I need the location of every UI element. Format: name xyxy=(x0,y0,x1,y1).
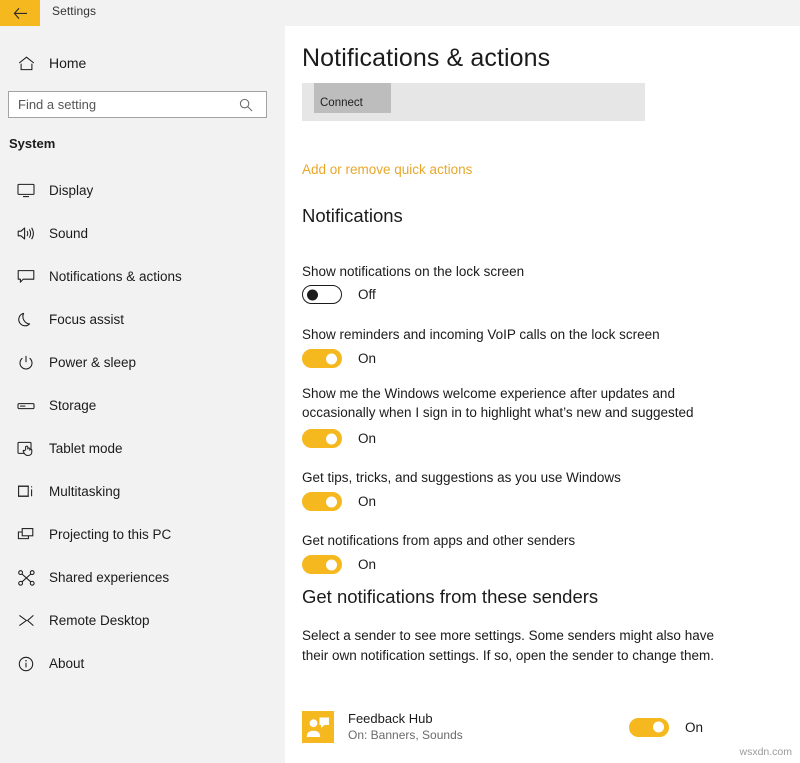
watermark: wsxdn.com xyxy=(739,746,792,758)
window-title: Settings xyxy=(52,4,96,18)
sidebar-group-title: System xyxy=(9,136,55,151)
sidebar-item-focus-assist[interactable]: Focus assist xyxy=(0,298,285,341)
toggle-row-apps-senders[interactable]: On xyxy=(302,555,376,574)
setting-label-welcome-experience: Show me the Windows welcome experience a… xyxy=(302,384,722,422)
tablet-mode-icon xyxy=(8,441,44,457)
shared-experiences-icon xyxy=(8,570,44,586)
toggle-state-lock-screen-notifications: Off xyxy=(358,287,376,302)
quick-action-tile-connect[interactable]: Connect xyxy=(314,83,391,113)
sidebar: Home System Display xyxy=(0,26,285,763)
home-icon xyxy=(8,56,44,71)
title-bar: Settings xyxy=(0,0,800,26)
display-monitor-icon xyxy=(8,183,44,198)
setting-label-lock-screen-notifications: Show notifications on the lock screen xyxy=(302,262,722,281)
toggle-knob xyxy=(326,353,337,364)
sidebar-item-display-label: Display xyxy=(49,183,93,198)
toggle-row-feedback-hub[interactable]: On xyxy=(629,718,703,737)
search-icon[interactable] xyxy=(231,92,261,117)
toggle-state-feedback-hub: On xyxy=(685,720,703,735)
power-sleep-icon xyxy=(8,355,44,371)
sidebar-item-tablet-mode-label: Tablet mode xyxy=(49,441,123,456)
toggle-row-tips-tricks[interactable]: On xyxy=(302,492,376,511)
notifications-section-heading: Notifications xyxy=(302,205,403,227)
sidebar-item-storage[interactable]: Storage xyxy=(0,384,285,427)
toggle-knob xyxy=(307,289,318,300)
sidebar-item-power-sleep[interactable]: Power & sleep xyxy=(0,341,285,384)
sender-texts: Feedback Hub On: Banners, Sounds xyxy=(348,711,463,743)
toggle-welcome-experience[interactable] xyxy=(302,429,342,448)
back-arrow-icon xyxy=(13,7,28,20)
add-remove-quick-actions-link[interactable]: Add or remove quick actions xyxy=(302,162,472,177)
toggle-feedback-hub[interactable] xyxy=(629,718,669,737)
quick-actions-panel: Connect xyxy=(302,83,645,121)
toggle-state-welcome-experience: On xyxy=(358,431,376,446)
sidebar-item-home-label: Home xyxy=(49,55,86,71)
focus-assist-moon-icon xyxy=(8,312,44,328)
search-box[interactable] xyxy=(8,91,267,118)
sidebar-item-about[interactable]: About xyxy=(0,642,285,685)
quick-action-tile-connect-label: Connect xyxy=(314,97,363,113)
storage-drive-icon xyxy=(8,399,44,413)
setting-label-voip-lock-screen: Show reminders and incoming VoIP calls o… xyxy=(302,325,722,344)
toggle-row-welcome-experience[interactable]: On xyxy=(302,429,376,448)
sidebar-item-sound-label: Sound xyxy=(49,226,88,241)
setting-label-apps-senders: Get notifications from apps and other se… xyxy=(302,531,722,550)
toggle-apps-senders[interactable] xyxy=(302,555,342,574)
sidebar-item-focus-assist-label: Focus assist xyxy=(49,312,124,327)
about-info-icon xyxy=(8,656,44,672)
toggle-tips-tricks[interactable] xyxy=(302,492,342,511)
sidebar-item-remote-desktop-label: Remote Desktop xyxy=(49,613,150,628)
toggle-voip-lock-screen[interactable] xyxy=(302,349,342,368)
sidebar-item-storage-label: Storage xyxy=(49,398,96,413)
toggle-row-voip-lock-screen[interactable]: On xyxy=(302,349,376,368)
toggle-row-lock-screen-notifications[interactable]: Off xyxy=(302,285,376,304)
toggle-knob xyxy=(326,433,337,444)
multitasking-icon xyxy=(8,484,44,499)
sidebar-item-notifications[interactable]: Notifications & actions xyxy=(0,255,285,298)
back-button[interactable] xyxy=(0,0,40,26)
sidebar-item-notifications-label: Notifications & actions xyxy=(49,269,182,284)
sidebar-item-projecting-label: Projecting to this PC xyxy=(49,527,171,542)
senders-section-heading: Get notifications from these senders xyxy=(302,586,598,608)
toggle-state-apps-senders: On xyxy=(358,557,376,572)
projecting-icon xyxy=(8,527,44,542)
sidebar-item-sound[interactable]: Sound xyxy=(0,212,285,255)
main-content: Notifications & actions Connect Add or r… xyxy=(285,26,800,763)
feedback-hub-icon xyxy=(302,711,334,743)
sidebar-item-power-sleep-label: Power & sleep xyxy=(49,355,136,370)
sender-subtitle-feedback-hub: On: Banners, Sounds xyxy=(348,727,463,743)
sidebar-item-home[interactable]: Home xyxy=(0,48,285,78)
sidebar-item-about-label: About xyxy=(49,656,84,671)
toggle-knob xyxy=(653,722,664,733)
sidebar-item-projecting[interactable]: Projecting to this PC xyxy=(0,513,285,556)
search-input[interactable] xyxy=(9,92,231,117)
sidebar-item-remote-desktop[interactable]: Remote Desktop xyxy=(0,599,285,642)
settings-window: Settings Home System xyxy=(0,0,800,763)
sidebar-item-display[interactable]: Display xyxy=(0,169,285,212)
sidebar-item-multitasking[interactable]: Multitasking xyxy=(0,470,285,513)
sound-speaker-icon xyxy=(8,226,44,241)
toggle-knob xyxy=(326,559,337,570)
page-title: Notifications & actions xyxy=(302,44,550,73)
sidebar-nav: Display Sound xyxy=(0,169,285,685)
toggle-state-voip-lock-screen: On xyxy=(358,351,376,366)
remote-desktop-icon xyxy=(8,613,44,628)
notifications-chat-icon xyxy=(8,269,44,284)
sender-name-feedback-hub: Feedback Hub xyxy=(348,711,463,727)
sidebar-item-tablet-mode[interactable]: Tablet mode xyxy=(0,427,285,470)
sidebar-item-multitasking-label: Multitasking xyxy=(49,484,120,499)
senders-section-description: Select a sender to see more settings. So… xyxy=(302,626,714,665)
setting-label-tips-tricks: Get tips, tricks, and suggestions as you… xyxy=(302,468,722,487)
sidebar-item-shared-experiences[interactable]: Shared experiences xyxy=(0,556,285,599)
sender-row-feedback-hub[interactable]: Feedback Hub On: Banners, Sounds On xyxy=(302,709,702,745)
toggle-state-tips-tricks: On xyxy=(358,494,376,509)
toggle-knob xyxy=(326,496,337,507)
toggle-lock-screen-notifications[interactable] xyxy=(302,285,342,304)
sidebar-item-shared-experiences-label: Shared experiences xyxy=(49,570,169,585)
